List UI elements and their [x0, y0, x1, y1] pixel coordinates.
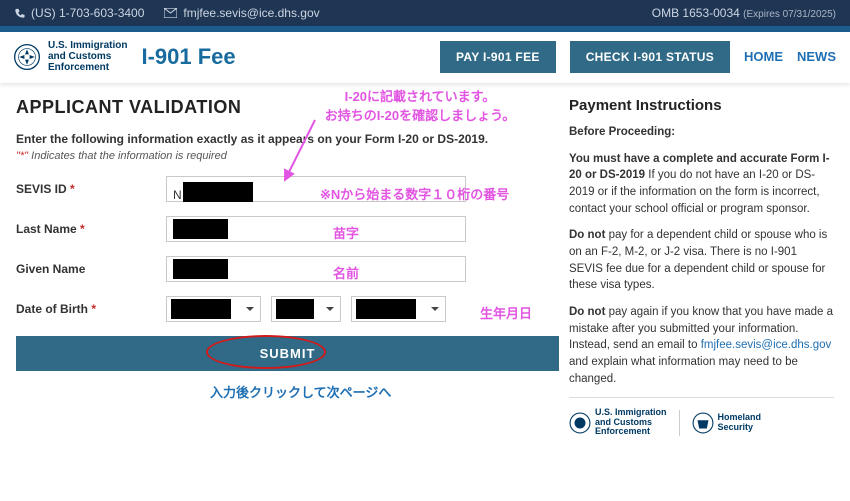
email-text: fmjfee.sevis@ice.dhs.gov — [183, 6, 319, 20]
topbar: (US) 1-703-603-3400 fmjfee.sevis@ice.dhs… — [0, 0, 850, 26]
form-column: APPLICANT VALIDATION Enter the following… — [16, 97, 559, 437]
agency-seal-icon — [14, 44, 40, 70]
sevis-prefix: N — [173, 188, 182, 202]
givenname-input[interactable] — [166, 256, 466, 282]
sevis-input[interactable]: N — [166, 176, 466, 202]
dob-label: Date of Birth * — [16, 302, 166, 316]
sidebar-p1: You must have a complete and accurate Fo… — [569, 151, 834, 218]
sevis-row: SEVIS ID * N — [16, 176, 559, 202]
mail-icon — [164, 8, 177, 18]
email-item[interactable]: fmjfee.sevis@ice.dhs.gov — [164, 6, 319, 20]
dhs-seal-icon — [692, 412, 714, 434]
nav-home[interactable]: HOME — [744, 49, 783, 64]
dob-row: Date of Birth * — [16, 296, 559, 322]
before-proceeding: Before Proceeding: — [569, 124, 834, 141]
header: U.S. Immigration and Customs Enforcement… — [0, 26, 850, 83]
givenname-row: Given Name — [16, 256, 559, 282]
dob-day-select[interactable] — [271, 296, 341, 322]
submit-button[interactable]: SUBMIT — [16, 336, 559, 371]
sidebar-heading: Payment Instructions — [569, 97, 834, 114]
dob-month-select[interactable] — [166, 296, 261, 322]
sevis-label: SEVIS ID * — [16, 182, 166, 196]
submit-wrap: SUBMIT — [16, 336, 559, 371]
sidebar-email-link[interactable]: fmjfee.sevis@ice.dhs.gov — [701, 339, 832, 351]
form-heading: APPLICANT VALIDATION — [16, 97, 559, 118]
lastname-row: Last Name * — [16, 216, 559, 242]
givenname-label: Given Name — [16, 262, 166, 276]
dob-year-select[interactable] — [351, 296, 446, 322]
form-instruction: Enter the following information exactly … — [16, 132, 559, 146]
phone-icon — [14, 8, 25, 19]
lastname-label: Last Name * — [16, 222, 166, 236]
phone-text: (US) 1-703-603-3400 — [31, 6, 144, 20]
lastname-input[interactable] — [166, 216, 466, 242]
sidebar: Payment Instructions Before Proceeding: … — [569, 97, 834, 437]
check-status-button[interactable]: CHECK I-901 STATUS — [570, 41, 730, 73]
sidebar-p3: Do not pay again if you know that you ha… — [569, 304, 834, 387]
pay-fee-button[interactable]: PAY I-901 FEE — [440, 41, 556, 73]
phone-item: (US) 1-703-603-3400 — [14, 6, 144, 20]
agency-footer: U.S. Immigrationand CustomsEnforcement H… — [569, 397, 834, 436]
nav-news[interactable]: NEWS — [797, 49, 836, 64]
page-title: I-901 Fee — [141, 44, 235, 70]
ice-seal-icon — [569, 412, 591, 434]
nav: PAY I-901 FEE CHECK I-901 STATUS HOME NE… — [440, 41, 836, 73]
brand-text: U.S. Immigration and Customs Enforcement — [48, 40, 127, 73]
sidebar-p2: Do not pay for a dependent child or spou… — [569, 227, 834, 294]
required-note: "*" Indicates that the information is re… — [16, 150, 559, 162]
omb-info: OMB 1653-0034 (Expires 07/31/2025) — [652, 6, 836, 20]
